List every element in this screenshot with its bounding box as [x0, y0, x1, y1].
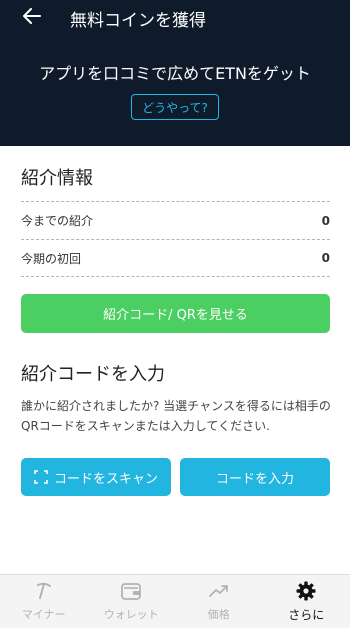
stat-row-period-first: 今期の初回 0	[21, 239, 330, 277]
scan-code-label: コードをスキャン	[53, 471, 158, 487]
enter-code-button[interactable]: コードを入力	[180, 458, 330, 496]
bottom-nav: マイナー ウォレット 価格 さらに	[0, 574, 350, 628]
nav-item-miner[interactable]: マイナー	[0, 575, 88, 628]
trending-up-icon	[208, 581, 230, 601]
enter-code-title: 紹介コードを入力	[21, 364, 165, 385]
nav-label: さらに	[288, 607, 325, 622]
back-button[interactable]	[18, 4, 46, 28]
scan-code-button[interactable]: コードをスキャン	[21, 458, 171, 496]
nav-label: マイナー	[21, 608, 66, 621]
nav-label: ウォレット	[103, 608, 159, 621]
nav-label: 価格	[207, 608, 230, 621]
header: 無料コインを獲得 アプリを口コミで広めてETNをゲット どうやって?	[0, 0, 350, 146]
how-to-button[interactable]: どうやって?	[131, 94, 219, 120]
nav-item-more[interactable]: さらに	[263, 575, 350, 628]
app-root: 無料コインを獲得 アプリを口コミで広めてETNをゲット どうやって? 紹介情報 …	[0, 0, 350, 628]
tagline: アプリを口コミで広めてETNをゲット	[39, 64, 311, 83]
stat-label: 今までの紹介	[21, 214, 94, 228]
pickaxe-icon	[33, 581, 55, 601]
scan-frame-icon	[34, 470, 48, 484]
nav-item-price[interactable]: 価格	[175, 575, 263, 628]
page-title: 無料コインを獲得	[70, 11, 206, 31]
arrow-left-icon	[23, 8, 41, 24]
stat-row-total-referrals: 今までの紹介 0	[21, 201, 330, 239]
show-code-qr-button[interactable]: 紹介コード/ QRを見せる	[21, 294, 330, 333]
gear-icon	[295, 581, 317, 601]
stat-value: 0	[321, 251, 330, 265]
enter-code-label: コードを入力	[215, 471, 294, 487]
enter-code-description: 誰かに紹介されましたか? 当選チャンスを得るには相手のQRコードをスキャンまたは…	[21, 399, 331, 433]
stat-label: 今期の初回	[21, 251, 82, 266]
referral-info-title: 紹介情報	[21, 168, 93, 189]
wallet-icon	[120, 581, 142, 601]
nav-item-wallet[interactable]: ウォレット	[88, 575, 176, 628]
stat-value: 0	[321, 213, 330, 228]
